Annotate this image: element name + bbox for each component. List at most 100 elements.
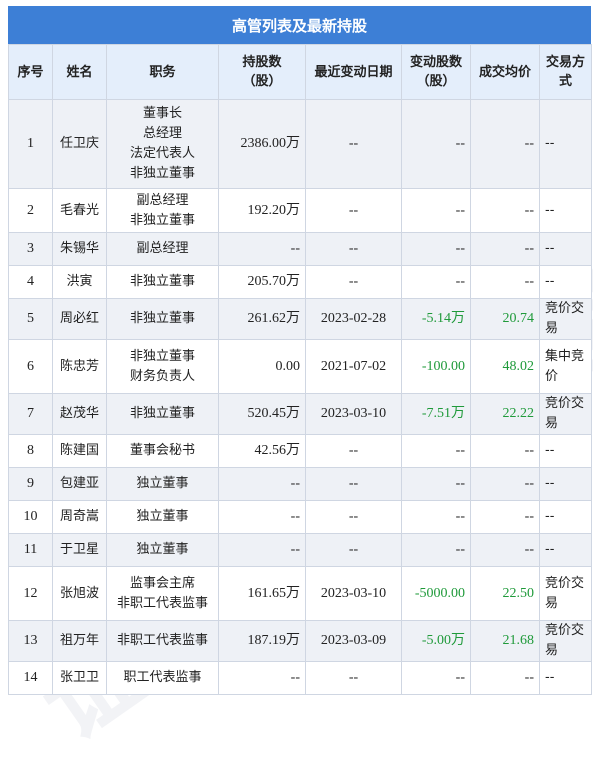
row-trade-method: -- — [539, 265, 592, 299]
header-position: 职务 — [106, 44, 219, 100]
row-trade-method: 竞价交易 — [539, 620, 592, 662]
row-index: 2 — [8, 188, 53, 233]
header-name: 姓名 — [52, 44, 107, 100]
header-price: 成交均价 — [470, 44, 540, 100]
row-holdings: 161.65万 — [218, 566, 306, 621]
row-change-date: 2023-03-10 — [305, 566, 402, 621]
row-holdings: 205.70万 — [218, 265, 306, 299]
position-line: 非独立董事 — [129, 406, 195, 421]
row-index: 9 — [8, 467, 53, 501]
row-index: 5 — [8, 298, 53, 340]
row-trade-method: -- — [539, 533, 592, 567]
header-change: 变动股数 （股） — [401, 44, 471, 100]
row-name: 于卫星 — [52, 533, 107, 567]
row-change-shares: -7.51万 — [401, 393, 471, 435]
row-index: 11 — [8, 533, 53, 567]
row-holdings: 192.20万 — [218, 188, 306, 233]
row-change-shares: -- — [401, 500, 471, 534]
row-trade-method: -- — [539, 434, 592, 468]
holdings-table-panel: 高管列表及最新持股 序号 姓名 职务 持股数 （股） 最近变动日期 变动股数 （股）… — [8, 6, 592, 695]
position-line: 独立董事 — [136, 509, 189, 524]
table-body: 1 任卫庆 董事长 总经理 法定代表人 非独立董事 2386.00万 -- -- -- -- 2 毛春光… — [8, 99, 592, 695]
header-method: 交易方式 — [539, 44, 592, 100]
row-trade-method: -- — [539, 500, 592, 534]
position-line: 非独立董事 — [129, 166, 195, 181]
table-row: 5 周必红 非独立董事 261.62万 2023-02-28 -5.14万 20.74 竞价交… — [8, 298, 592, 340]
row-index: 8 — [8, 434, 53, 468]
row-position: 非独立董事 — [106, 393, 219, 435]
position-line: 非职工代表监事 — [116, 633, 208, 648]
row-name: 包建亚 — [52, 467, 107, 501]
row-index: 3 — [8, 232, 53, 266]
row-name: 祖万年 — [52, 620, 107, 662]
row-name: 毛春光 — [52, 188, 107, 233]
header-row: 序号 姓名 职务 持股数 （股） 最近变动日期 变动股数 （股） 成交均价 交易方式 — [8, 44, 592, 100]
row-average-price: -- — [470, 188, 540, 233]
row-change-date: -- — [305, 533, 402, 567]
table-row: 12 张旭波 监事会主席 非职工代表监事 161.65万 2023-03-10 -5000.… — [8, 566, 592, 621]
row-index: 13 — [8, 620, 53, 662]
row-position: 副总经理 非独立董事 — [106, 188, 219, 233]
table-title: 高管列表及最新持股 — [8, 6, 591, 44]
header-change-label: 变动股数 （股） — [409, 55, 462, 89]
row-change-date: 2023-02-28 — [305, 298, 402, 340]
position-line: 董事长 — [142, 106, 182, 121]
row-index: 7 — [8, 393, 53, 435]
position-line: 副总经理 — [136, 192, 189, 208]
row-change-shares: -5.14万 — [401, 298, 471, 340]
row-trade-method: -- — [539, 232, 592, 266]
row-average-price: -- — [470, 500, 540, 534]
row-holdings: 520.45万 — [218, 393, 306, 435]
row-trade-method: -- — [539, 188, 592, 233]
row-average-price: 22.22 — [470, 393, 540, 435]
table-row: 10 周奇嵩 独立董事 -- -- -- -- -- — [8, 500, 592, 534]
row-trade-method: 竞价交易 — [539, 298, 592, 340]
table-row: 1 任卫庆 董事长 总经理 法定代表人 非独立董事 2386.00万 -- -- -- -- — [8, 99, 592, 189]
row-position: 非独立董事财务负责人 — [106, 339, 219, 394]
position-line: 法定代表人 — [129, 146, 195, 161]
position-line: 监事会主席 — [129, 575, 195, 591]
header-date: 最近变动日期 — [305, 44, 402, 100]
row-change-date: 2021-07-02 — [305, 339, 402, 394]
row-change-shares: -- — [401, 434, 471, 468]
row-holdings: -- — [218, 467, 306, 501]
row-change-shares: -5000.00 — [401, 566, 471, 621]
row-average-price: 21.68 — [470, 620, 540, 662]
executive-holdings-table: 序号 姓名 职务 持股数 （股） 最近变动日期 变动股数 （股） 成交均价 交易方式… — [8, 44, 592, 695]
row-average-price: -- — [470, 232, 540, 266]
row-change-date: -- — [305, 265, 402, 299]
position-line: 总经理 — [142, 126, 182, 141]
table-row: 3 朱锡华 副总经理 -- -- -- -- -- — [8, 232, 592, 266]
header-holdings: 持股数 （股） — [218, 44, 306, 100]
row-name: 周必红 — [52, 298, 107, 340]
row-change-shares: -100.00 — [401, 339, 471, 394]
row-change-date: 2023-03-10 — [305, 393, 402, 435]
row-holdings: -- — [218, 500, 306, 534]
row-average-price: -- — [470, 467, 540, 501]
position-line: 副总经理 — [136, 241, 189, 256]
row-change-date: -- — [305, 99, 402, 189]
row-average-price: 20.74 — [470, 298, 540, 340]
row-position: 独立董事 — [106, 533, 219, 567]
row-name: 陈忠芳 — [52, 339, 107, 394]
row-average-price: -- — [470, 99, 540, 189]
row-change-shares: -- — [401, 265, 471, 299]
row-index: 12 — [8, 566, 53, 621]
row-position: 监事会主席 非职工代表监事 — [106, 566, 219, 621]
row-position: 董事长总经理法定代表人非独立董事 — [106, 99, 219, 189]
row-position: 非独立董事 — [106, 265, 219, 299]
row-position: 副总经理 — [106, 232, 219, 266]
position-line: 非独立董事 — [129, 348, 195, 364]
row-change-date: -- — [305, 500, 402, 534]
row-index: 10 — [8, 500, 53, 534]
position-line: 财务负责人 — [129, 368, 195, 384]
row-holdings: -- — [218, 232, 306, 266]
position-line: 独立董事 — [136, 542, 189, 557]
row-name: 张旭波 — [52, 566, 107, 621]
position-line: 非独立董事 — [129, 212, 195, 228]
row-name: 任卫庆 — [52, 99, 107, 189]
row-position: 非职工代表监事 — [106, 620, 219, 662]
row-change-date: -- — [305, 188, 402, 233]
row-change-date: -- — [305, 232, 402, 266]
row-average-price: 48.02 — [470, 339, 540, 394]
